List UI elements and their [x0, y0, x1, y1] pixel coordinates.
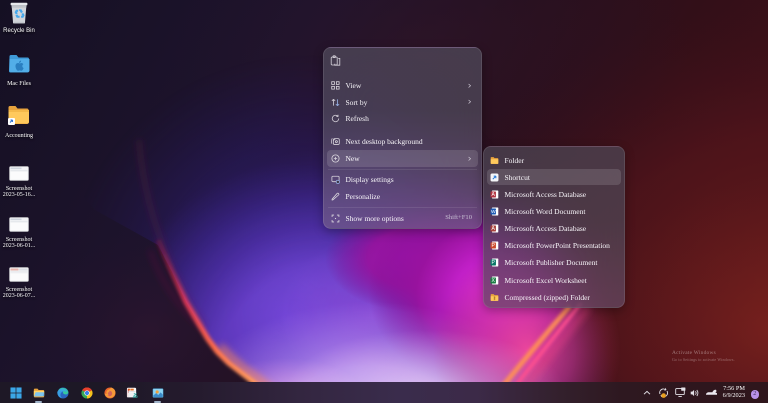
svg-text:W: W: [491, 209, 496, 215]
